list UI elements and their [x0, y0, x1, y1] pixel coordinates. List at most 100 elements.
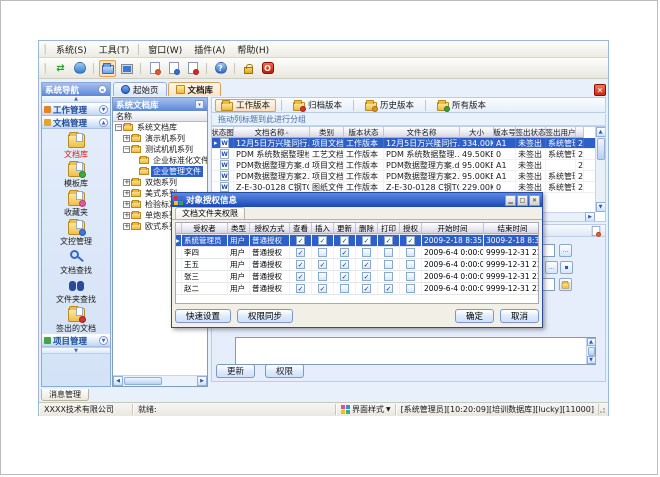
workspace-icon[interactable]: [118, 60, 135, 77]
grid-column-extra[interactable]: [576, 127, 584, 138]
button-确定[interactable]: 确定: [455, 309, 494, 323]
menu-item-4[interactable]: 插件(A): [188, 42, 231, 57]
permission-row[interactable]: 赵二用户普通授权✓✓✓✓2009-6-4 0:00:009999-12-31 2…: [176, 283, 538, 295]
perm-column-授权[interactable]: 授权: [400, 223, 422, 234]
grid-column-大小[interactable]: 大小: [460, 127, 494, 138]
table-row[interactable]: WPDM 系统数据整理检...工艺文档工作版本PDM 系统数据整理...49.5…: [212, 149, 605, 160]
button-权限同步[interactable]: 权限同步: [237, 309, 293, 323]
checkbox-checked[interactable]: ✓: [296, 284, 305, 293]
button-权限[interactable]: 权限: [265, 364, 304, 378]
tree-node-企业标准化文件[interactable]: 企业标准化文件: [113, 155, 207, 166]
permission-row[interactable]: 王五用户普通授权✓✓✓✓2009-6-4 0:00:009999-12-31 2…: [176, 259, 538, 271]
checkbox-checked[interactable]: ✓: [296, 260, 305, 269]
toolbar-grip[interactable]: [43, 63, 46, 74]
button-更新[interactable]: 更新: [216, 364, 255, 378]
button-快速设置[interactable]: 快速设置: [175, 309, 231, 323]
checkbox-checked[interactable]: ✓: [296, 236, 305, 245]
sidebar-scrollup-button[interactable]: ▲: [42, 96, 110, 103]
perm-column-类型[interactable]: 类型: [228, 223, 250, 234]
checkbox-checked[interactable]: ✓: [340, 272, 349, 281]
perm-column-删除[interactable]: 删除: [356, 223, 378, 234]
sidebar-item-收藏夹[interactable]: 收藏夹: [42, 189, 110, 218]
checkbox-unchecked[interactable]: [406, 272, 415, 281]
checkbox-checked[interactable]: ✓: [296, 248, 305, 257]
minimize-icon[interactable]: ▁: [505, 195, 516, 206]
sidebar-scrolldown-button[interactable]: ▼: [42, 347, 110, 354]
table-row[interactable]: ▸W12月5日万兴隆同行...项目文档工作版本12月5日万兴隆同行...334.…: [212, 138, 605, 149]
tab-起始页[interactable]: 起始页: [113, 82, 167, 96]
tree-node-企业管理文件[interactable]: 企业管理文件: [113, 166, 207, 177]
field2-browse-icon[interactable]: ▪: [560, 261, 573, 274]
chevron-down-icon[interactable]: ▼: [99, 105, 108, 114]
permission-row[interactable]: 张三用户普通授权✓✓✓2009-6-4 0:00:009999-12-31 23…: [176, 271, 538, 283]
expand-plus-icon[interactable]: +: [123, 212, 130, 219]
perm-column-插入[interactable]: 插入: [312, 223, 334, 234]
perm-column-打印[interactable]: 打印: [378, 223, 400, 234]
scroll-left-icon[interactable]: ◀: [113, 376, 123, 386]
tree-node-双炮系列[interactable]: +双炮系列: [113, 177, 207, 188]
checkbox-checked[interactable]: ✓: [384, 236, 393, 245]
tree-node-演示机系列[interactable]: +演示机系列: [113, 133, 207, 144]
checkbox-unchecked[interactable]: [340, 284, 349, 293]
checkbox-checked[interactable]: ✓: [340, 248, 349, 257]
checkbox-unchecked[interactable]: [406, 248, 415, 257]
chevron-up-icon[interactable]: ▲: [99, 118, 108, 127]
help-icon[interactable]: ?: [212, 60, 229, 77]
scroll-down-icon[interactable]: ▼: [587, 356, 596, 364]
checkbox-checked[interactable]: ✓: [362, 236, 371, 245]
remark-scroll-thumb[interactable]: [588, 347, 595, 356]
scroll-down-icon[interactable]: ▼: [596, 202, 606, 212]
perm-column-更新[interactable]: 更新: [334, 223, 356, 234]
chevron-down-icon[interactable]: ▼: [99, 336, 108, 345]
close-icon[interactable]: ✕: [529, 195, 540, 206]
perm-column-结束时间[interactable]: 结束时间: [484, 223, 539, 234]
message-icon[interactable]: [184, 60, 201, 77]
grid-column-状态图[interactable]: 状态图: [212, 127, 234, 138]
grid-groupby-bar[interactable]: 拖动列标题到此进行分组: [211, 114, 606, 126]
expand-plus-icon[interactable]: +: [123, 201, 130, 208]
field1-ellipsis-icon[interactable]: …: [559, 244, 572, 257]
expand-plus-icon[interactable]: +: [123, 135, 130, 142]
tree-hscroll-thumb[interactable]: [124, 377, 162, 385]
tree-node-测试机机系列[interactable]: −测试机机系列: [113, 144, 207, 155]
sidebar-item-模板库[interactable]: 模板库: [42, 160, 110, 189]
tab-文档库[interactable]: 文档库: [168, 82, 222, 96]
collapse-minus-icon[interactable]: −: [115, 124, 122, 131]
checkbox-unchecked[interactable]: [406, 284, 415, 293]
checkbox-unchecked[interactable]: [362, 248, 371, 257]
button-取消[interactable]: 取消: [500, 309, 539, 323]
grid-column-版本号[interactable]: 版本号: [494, 127, 516, 138]
maximize-icon[interactable]: □: [517, 195, 528, 206]
open-document-icon[interactable]: [165, 60, 182, 77]
sidebar-item-文档查找[interactable]: 文档查找: [42, 247, 110, 276]
tree-hscrollbar[interactable]: ◀ ▶: [113, 375, 207, 386]
tree-node-系统文档库[interactable]: −系统文档库: [113, 122, 207, 133]
scroll-up-icon[interactable]: ▲: [596, 127, 606, 137]
exit-icon[interactable]: O: [259, 60, 276, 77]
version-tab-历史版本[interactable]: 历史版本: [359, 99, 420, 112]
document-library-icon[interactable]: [99, 60, 116, 77]
remark-vscrollbar[interactable]: ▲ ▼: [586, 338, 595, 364]
version-tab-归档版本[interactable]: 归档版本: [287, 99, 348, 112]
checkbox-checked[interactable]: ✓: [318, 284, 327, 293]
grid-column-版本状态[interactable]: 版本状态: [344, 127, 384, 138]
checkbox-checked[interactable]: ✓: [318, 260, 327, 269]
perm-column-查看[interactable]: 查看: [290, 223, 312, 234]
new-document-icon[interactable]: [146, 60, 163, 77]
panel-properties-icon[interactable]: [592, 225, 601, 235]
grid-column-签出用户[interactable]: 签出用户: [546, 127, 576, 138]
checkbox-unchecked[interactable]: [384, 272, 393, 281]
checkbox-checked[interactable]: ✓: [362, 260, 371, 269]
perm-column-开始时间[interactable]: 开始时间: [422, 223, 484, 234]
folder-browse-icon[interactable]: [559, 278, 572, 291]
sidebar-item-签出的文档[interactable]: 签出的文档: [42, 305, 110, 334]
menu-item-3[interactable]: 窗口(W): [142, 42, 188, 57]
sidebar-section-工作管理[interactable]: 工作管理▼: [42, 103, 110, 116]
grid-vscroll-thumb[interactable]: [597, 138, 605, 160]
checkbox-unchecked[interactable]: [406, 260, 415, 269]
scroll-right-icon[interactable]: ▶: [197, 376, 207, 386]
sidebar-item-文件夹查找[interactable]: 文件夹查找: [42, 276, 110, 305]
checkbox-checked[interactable]: ✓: [340, 260, 349, 269]
grid-column-文件名称[interactable]: 文件名称: [384, 127, 460, 138]
checkbox-unchecked[interactable]: [318, 248, 327, 257]
